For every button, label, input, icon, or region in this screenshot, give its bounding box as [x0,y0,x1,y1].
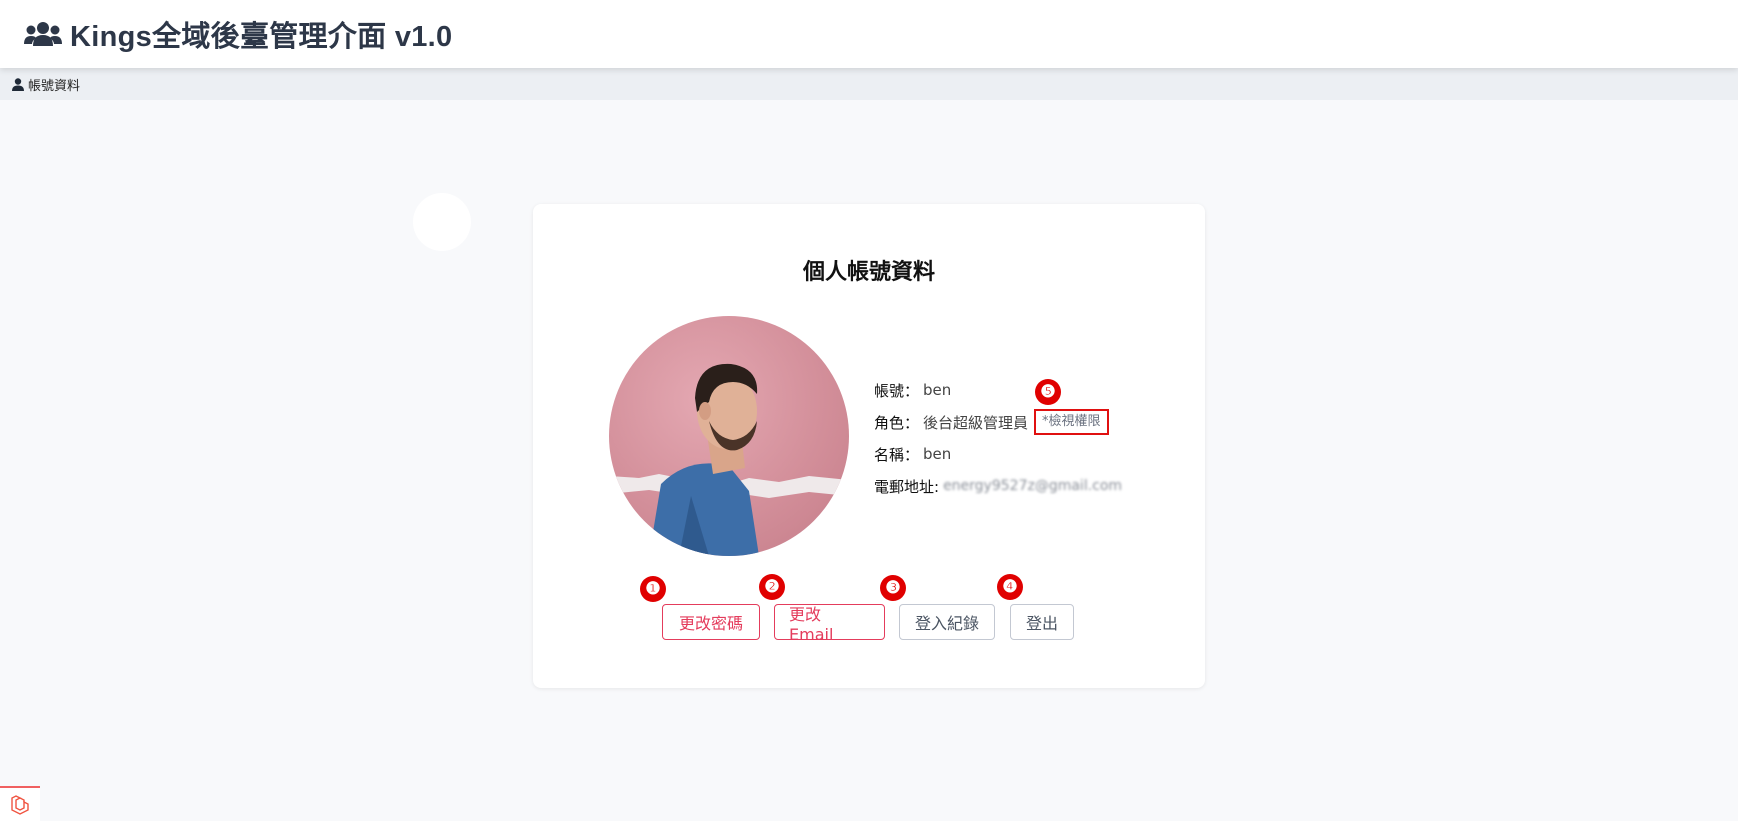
name-row: 名稱： ben [874,438,1194,470]
account-row: 帳號： ben [874,374,1194,406]
users-icon [24,20,62,48]
login-records-button[interactable]: 登入紀錄 [899,604,995,640]
name-value: ben [923,445,952,463]
email-label: 電郵地址: [874,477,940,496]
top-bar: Kings全域後臺管理介面 v1.0 [0,0,1738,68]
marker-1: ❶ [640,576,666,602]
logout-button[interactable]: 登出 [1010,604,1074,640]
marker-4: ❹ [997,574,1023,600]
profile-info: 帳號： ben 角色： 後台超級管理員 *檢視權限 名稱： ben 電郵地址: … [874,374,1194,502]
account-value: ben [923,381,952,399]
role-label: 角色： [874,413,920,432]
profile-card: 個人帳號資料 更換 帳號： ben 角色： 後台超級管理員 [533,204,1205,688]
role-value: 後台超級管理員 [923,413,1029,432]
page-title: 個人帳號資料 [802,260,935,285]
view-permissions-link[interactable]: *檢視權限 [1034,409,1109,435]
decorative-circle [413,193,471,251]
app-title: Kings全域後臺管理介面 v1.0 [70,21,453,53]
email-row: 電郵地址: energy9527z@gmail.com [874,470,1194,502]
change-password-button[interactable]: 更改密碼 [662,604,760,640]
marker-3: ❸ [880,575,906,601]
marker-2: ❷ [759,574,785,600]
name-label: 名稱： [874,445,920,464]
email-value: energy9527z@gmail.com [943,478,1123,494]
laravel-logo-icon[interactable] [0,786,40,821]
user-icon [12,77,24,91]
change-email-button[interactable]: 更改 Email [774,604,885,644]
role-row: 角色： 後台超級管理員 *檢視權限 [874,406,1194,438]
marker-5: ❺ [1035,379,1061,405]
avatar: 更換 [609,316,849,556]
breadcrumb-item-account[interactable]: 帳號資料 [28,75,80,94]
breadcrumb: 帳號資料 [0,68,1738,100]
account-label: 帳號： [874,381,920,400]
